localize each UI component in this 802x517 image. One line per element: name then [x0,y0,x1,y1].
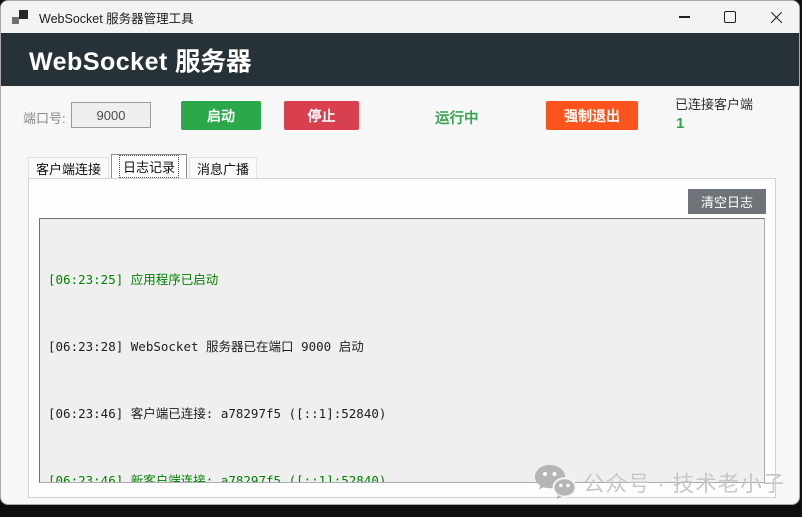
log-tab-panel: 清空日志 [06:23:25] 应用程序已启动 [06:23:28] WebSo… [28,178,776,498]
minimize-icon [679,16,690,18]
log-output[interactable]: [06:23:25] 应用程序已启动 [06:23:28] WebSocket … [39,218,765,483]
window-controls [661,1,799,33]
tab-bar: 客户端连接 日志记录 消息广播 [28,155,257,178]
log-line: [06:23:25] 应用程序已启动 [48,269,756,291]
port-input[interactable] [71,102,151,128]
app-window: WebSocket 服务器管理工具 WebSocket 服务器 端口号: 启动 … [0,0,800,505]
app-header: WebSocket 服务器 [1,33,799,86]
minimize-button[interactable] [661,1,707,33]
connected-clients-count: 1 [676,115,684,132]
tab-log[interactable]: 日志记录 [111,154,187,178]
tab-label: 客户端连接 [36,159,101,178]
tab-label: 消息广播 [197,159,249,178]
maximize-button[interactable] [707,1,753,33]
start-button[interactable]: 启动 [181,101,261,130]
server-status-text: 运行中 [435,107,479,128]
tab-label: 日志记录 [119,155,179,178]
app-icon [12,9,30,25]
close-icon [770,11,783,24]
port-label: 端口号: [23,108,66,127]
force-quit-button[interactable]: 强制退出 [546,101,638,130]
page-title: WebSocket 服务器 [29,42,252,78]
window-title: WebSocket 服务器管理工具 [39,8,194,27]
connected-clients-label: 已连接客户端 [675,94,753,113]
stop-button[interactable]: 停止 [284,101,359,130]
log-line: [06:23:46] 客户端已连接: a78297f5 ([::1]:52840… [48,403,756,425]
log-line: [06:23:46] 新客户端连接: a78297f5 ([::1]:52840… [48,470,756,483]
maximize-icon [724,11,736,23]
tab-broadcast[interactable]: 消息广播 [189,157,257,178]
toolbar: 端口号: 启动 停止 运行中 强制退出 已连接客户端 1 [1,86,799,156]
clear-log-button[interactable]: 清空日志 [688,189,766,214]
title-bar: WebSocket 服务器管理工具 [1,1,799,33]
tab-client-connections[interactable]: 客户端连接 [28,157,109,178]
close-button[interactable] [753,1,799,33]
log-line: [06:23:28] WebSocket 服务器已在端口 9000 启动 [48,336,756,358]
